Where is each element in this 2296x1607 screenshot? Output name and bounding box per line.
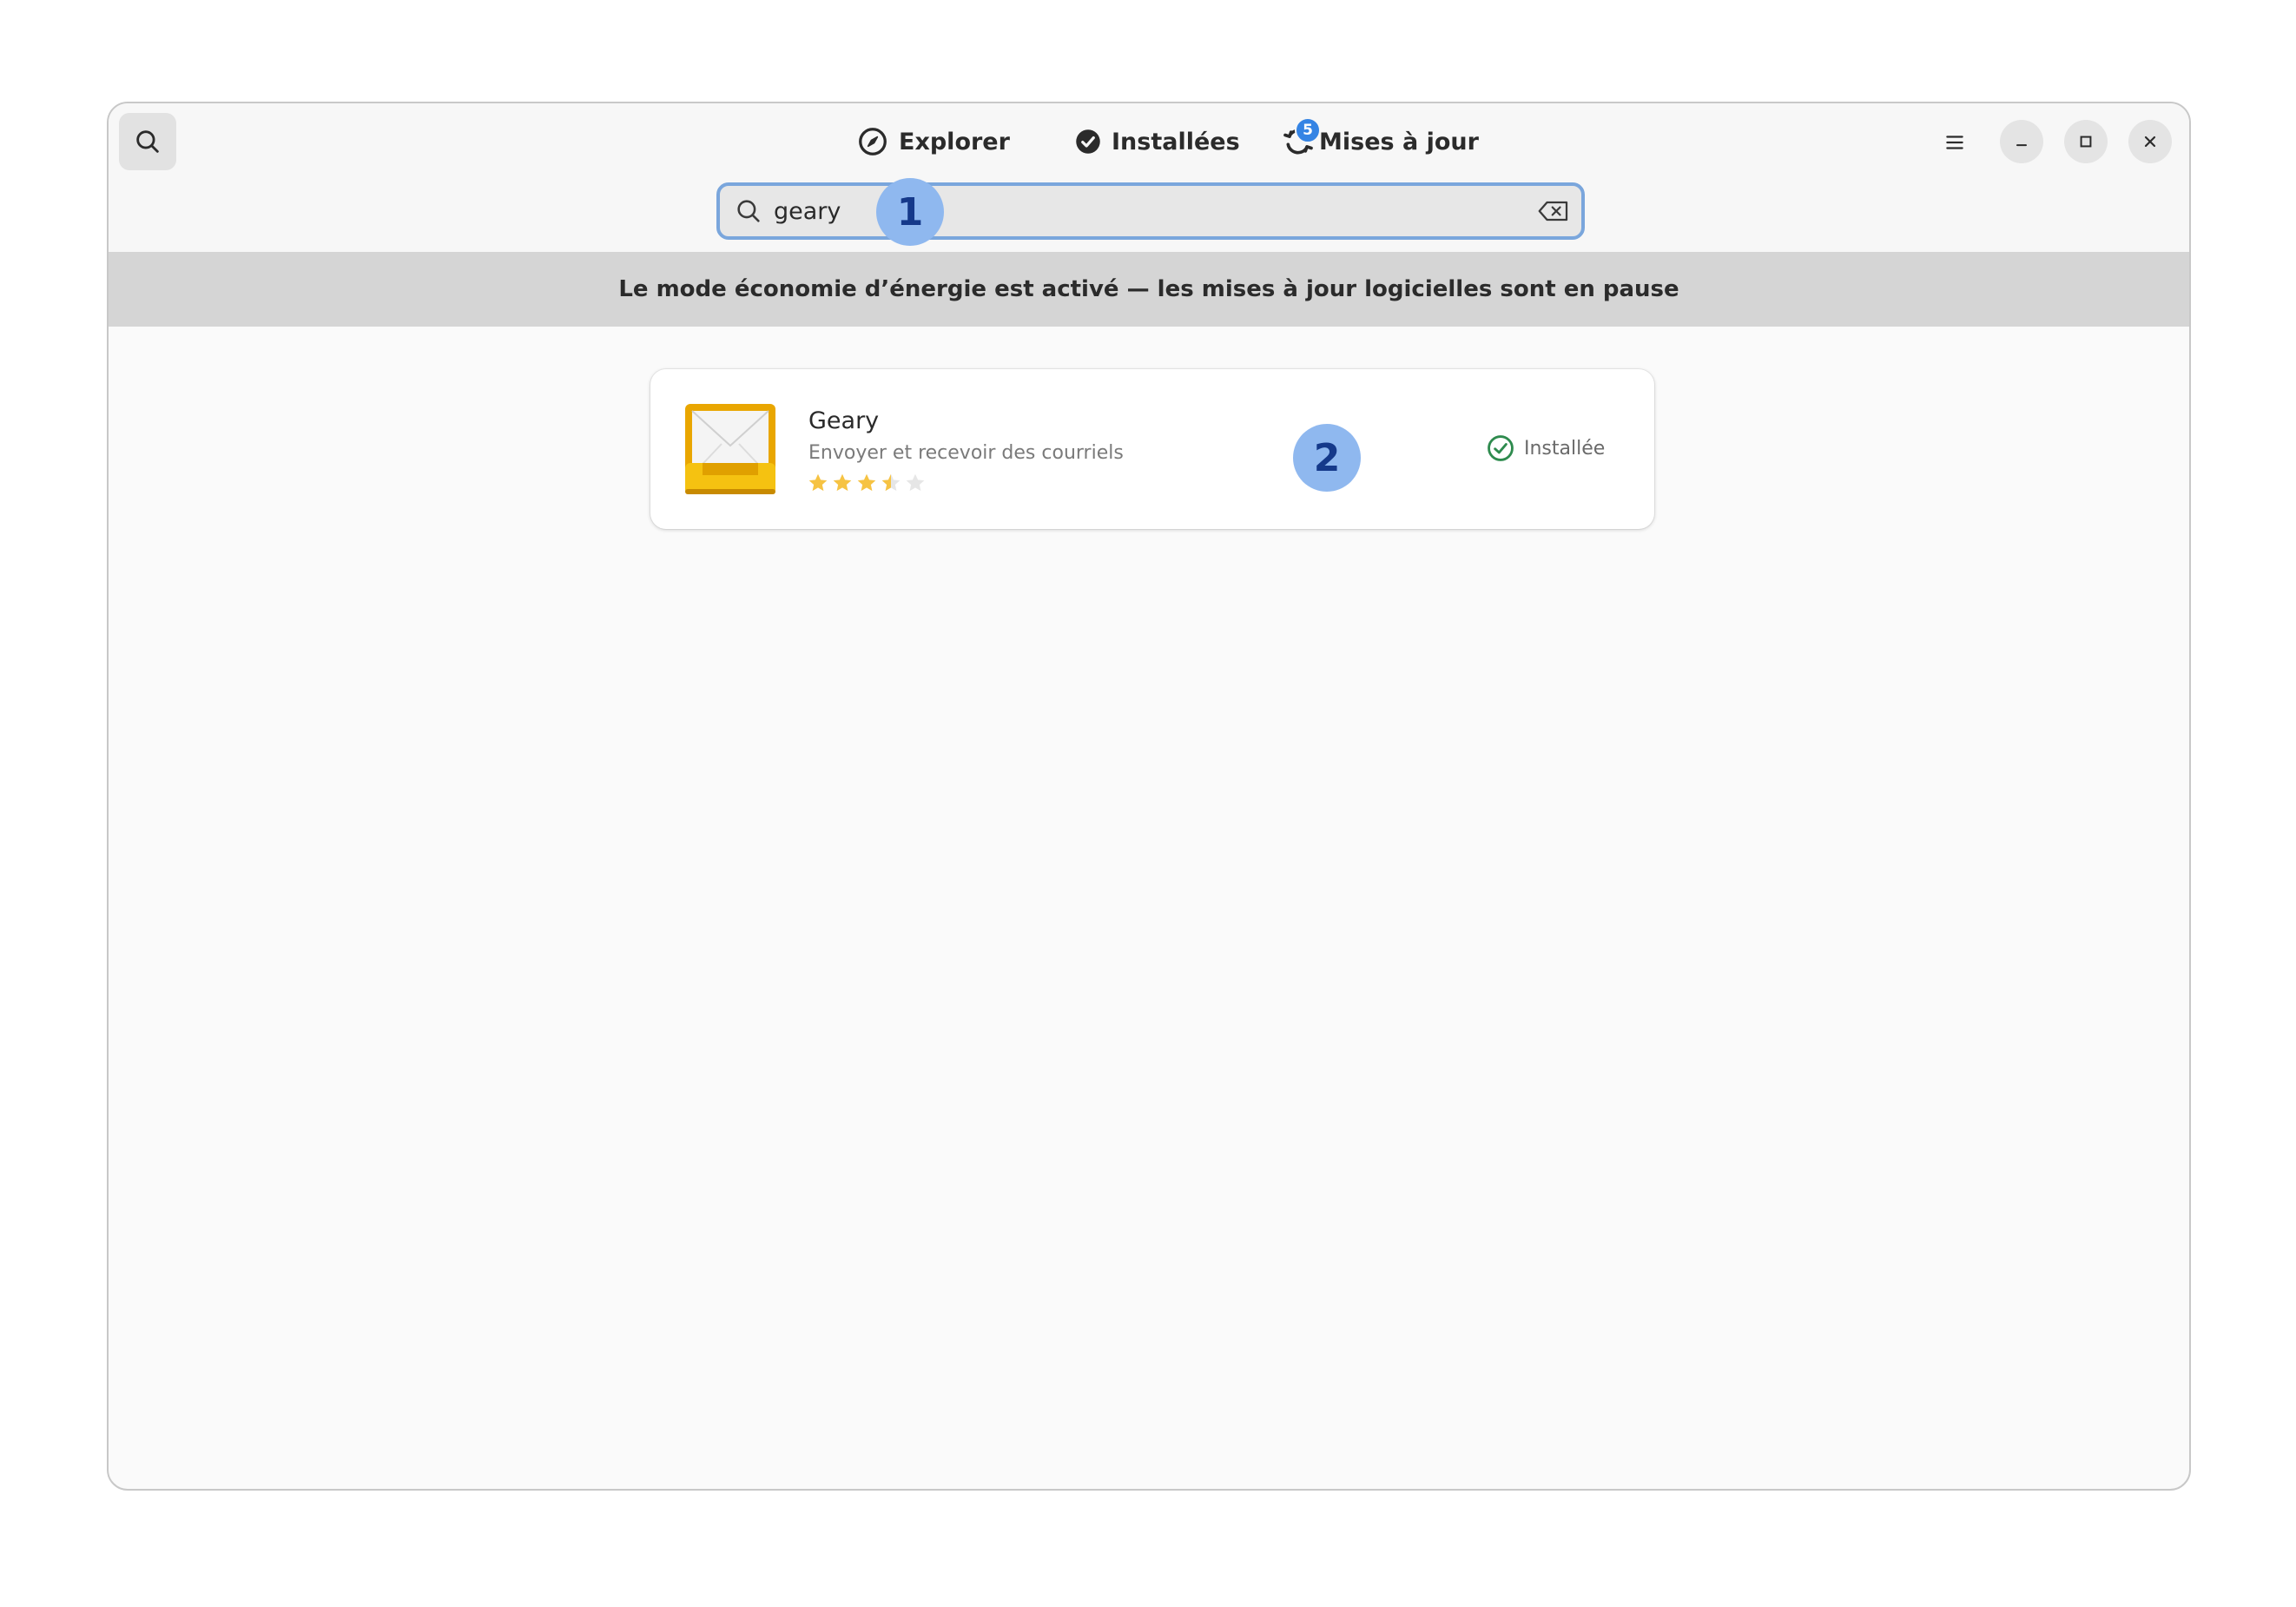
app-description: Envoyer et recevoir des courriels — [808, 442, 1124, 464]
geary-app-icon — [685, 404, 775, 494]
check-circle-icon — [1076, 129, 1100, 154]
status-label: Installée — [1524, 437, 1606, 460]
app-name: Geary — [808, 407, 880, 434]
search-bar — [716, 182, 1585, 240]
tab-label: Installées — [1112, 128, 1240, 155]
tab-installed[interactable]: Installées — [1075, 121, 1240, 162]
close-icon — [2144, 136, 2156, 148]
tab-label: Explorer — [899, 128, 1010, 155]
hamburger-menu-icon — [1946, 136, 1963, 149]
minimize-button[interactable] — [2000, 120, 2043, 163]
half-star-icon — [881, 473, 901, 492]
power-saver-banner: Le mode économie d’énergie est activé — … — [109, 252, 2189, 327]
search-result-card[interactable]: Geary Envoyer et recevoir des courriels … — [650, 369, 1654, 529]
banner-text: Le mode économie d’énergie est activé — … — [618, 276, 1679, 302]
annotation-marker: 1 — [876, 178, 944, 246]
header-bar: Explorer Installées 5 Mises à jour geary… — [109, 103, 2189, 252]
update-icon-wrap: 5 — [1281, 117, 1321, 159]
installed-status: Installée — [1486, 433, 1605, 463]
clear-search-icon[interactable] — [1536, 198, 1571, 224]
main-menu-button[interactable] — [1931, 119, 1978, 166]
minimize-icon — [2016, 144, 2027, 147]
star-icon — [808, 473, 828, 492]
app-window: Explorer Installées 5 Mises à jour geary… — [107, 102, 2191, 1491]
maximize-icon — [2080, 136, 2092, 148]
star-icon — [857, 473, 876, 492]
tab-updates[interactable]: 5 Mises à jour — [1281, 117, 1479, 162]
tab-label: Mises à jour — [1319, 128, 1479, 155]
rating-stars — [807, 472, 928, 494]
updates-count-badge: 5 — [1295, 117, 1321, 143]
star-empty-icon — [906, 473, 925, 492]
search-icon — [136, 130, 159, 153]
star-icon — [833, 473, 852, 492]
installed-check-icon — [1488, 435, 1514, 461]
annotation-marker: 2 — [1293, 424, 1361, 492]
compass-icon — [859, 128, 887, 155]
search-toggle-button[interactable] — [119, 113, 176, 170]
maximize-button[interactable] — [2064, 120, 2108, 163]
search-icon — [737, 200, 760, 222]
close-button[interactable] — [2128, 120, 2172, 163]
tab-explorer[interactable]: Explorer — [857, 121, 1010, 162]
